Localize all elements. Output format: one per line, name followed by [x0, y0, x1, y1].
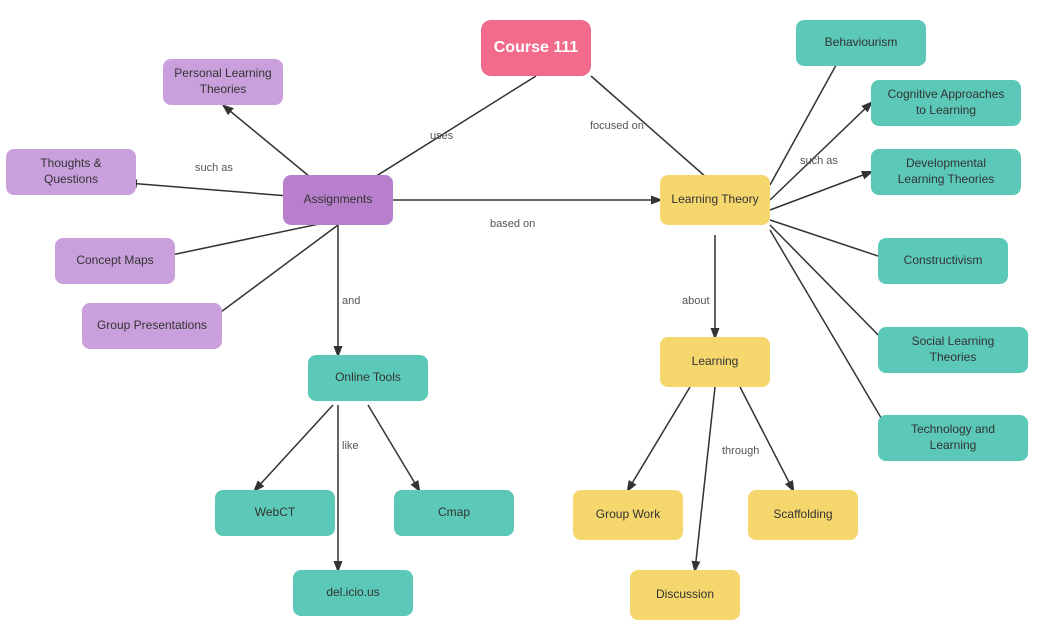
label-focused-on: focused on — [590, 120, 644, 132]
label-and: and — [342, 295, 360, 307]
label-such-as-left: such as — [195, 162, 233, 174]
group-work-label: Group Work — [596, 507, 660, 523]
node-delicious: del.icio.us — [293, 570, 413, 616]
node-assignments: Assignments — [283, 175, 393, 225]
node-group-presentations: Group Presentations — [82, 303, 222, 349]
developmental-label: Developmental Learning Theories — [881, 156, 1011, 187]
assignments-label: Assignments — [304, 192, 373, 208]
node-cmap: Cmap — [394, 490, 514, 536]
node-thoughts-questions: Thoughts & Questions — [6, 149, 136, 195]
thoughts-questions-label: Thoughts & Questions — [16, 156, 126, 187]
group-presentations-label: Group Presentations — [97, 318, 207, 334]
online-tools-label: Online Tools — [335, 370, 401, 386]
node-behaviourism: Behaviourism — [796, 20, 926, 66]
node-developmental: Developmental Learning Theories — [871, 149, 1021, 195]
node-webct: WebCT — [215, 490, 335, 536]
discussion-label: Discussion — [656, 587, 714, 603]
course-label: Course 111 — [494, 38, 579, 59]
label-like: like — [342, 440, 359, 452]
node-concept-maps: Concept Maps — [55, 238, 175, 284]
label-through: through — [722, 445, 759, 457]
social-learning-label: Social Learning Theories — [888, 334, 1018, 365]
node-social-learning: Social Learning Theories — [878, 327, 1028, 373]
node-course: Course 111 — [481, 20, 591, 76]
node-group-work: Group Work — [573, 490, 683, 540]
concept-maps-label: Concept Maps — [76, 253, 153, 269]
constructivism-label: Constructivism — [904, 253, 983, 269]
label-such-as-right: such as — [800, 155, 838, 167]
personal-learning-label: Personal Learning Theories — [173, 66, 273, 97]
cognitive-label: Cognitive Approaches to Learning — [881, 87, 1011, 118]
label-uses: uses — [430, 130, 453, 142]
node-cognitive: Cognitive Approaches to Learning — [871, 80, 1021, 126]
node-scaffolding: Scaffolding — [748, 490, 858, 540]
scaffolding-label: Scaffolding — [773, 507, 832, 523]
node-online-tools: Online Tools — [308, 355, 428, 401]
technology-learning-label: Technology and Learning — [888, 422, 1018, 453]
mindmap-canvas: uses focused on such as such as based on… — [0, 0, 1048, 634]
node-learning: Learning — [660, 337, 770, 387]
node-personal-learning: Personal Learning Theories — [163, 59, 283, 105]
label-based-on: based on — [490, 218, 535, 230]
node-constructivism: Constructivism — [878, 238, 1008, 284]
node-learning-theory: Learning Theory — [660, 175, 770, 225]
cmap-label: Cmap — [438, 505, 470, 521]
delicious-label: del.icio.us — [326, 585, 379, 601]
webct-label: WebCT — [255, 505, 295, 521]
learning-label: Learning — [692, 354, 739, 370]
label-about: about — [682, 295, 710, 307]
behaviourism-label: Behaviourism — [825, 35, 898, 51]
node-technology-learning: Technology and Learning — [878, 415, 1028, 461]
node-discussion: Discussion — [630, 570, 740, 620]
learning-theory-label: Learning Theory — [671, 192, 758, 208]
